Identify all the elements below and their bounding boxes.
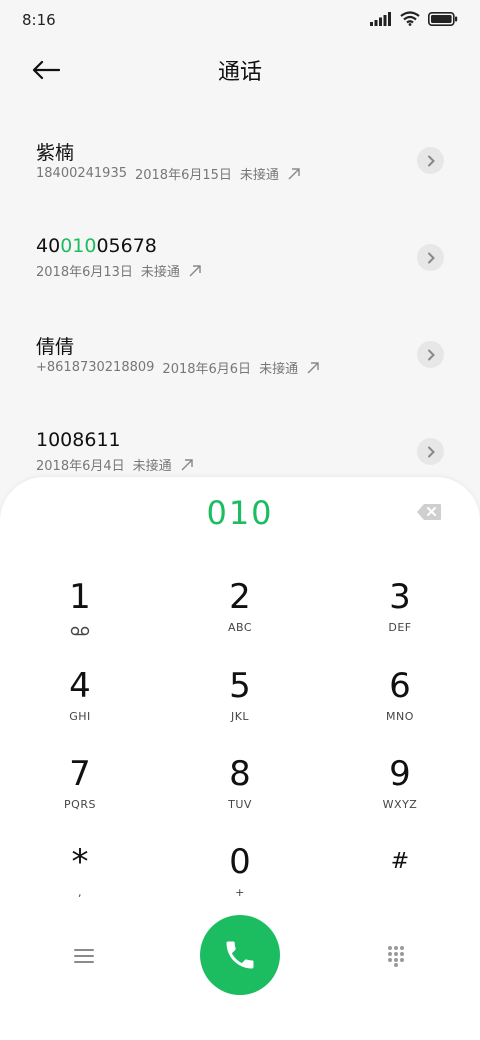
call-log-name: 1008611 bbox=[36, 429, 121, 451]
call-log-status: 未接通 bbox=[140, 265, 180, 280]
call-log-status: 未接通 bbox=[239, 168, 279, 183]
dialer-actions bbox=[0, 915, 480, 995]
chevron-right-icon bbox=[427, 446, 435, 457]
call-log-item[interactable]: 4001005678 2018年6月13日 未接通 bbox=[0, 211, 480, 308]
key-2[interactable]: 2 ABC bbox=[180, 575, 300, 655]
call-log-detail: 2018年6月13日 未接通 bbox=[36, 261, 202, 280]
signal-icon bbox=[370, 11, 391, 26]
call-log-date: 2018年6月6日 bbox=[162, 362, 252, 377]
menu-icon bbox=[74, 949, 94, 963]
voicemail-icon bbox=[70, 626, 90, 636]
dialpad-sheet: 010 1 2 ABC 3 DEF 4 GHI 5 JKL 6 MNO 7 PQ… bbox=[0, 477, 480, 1040]
call-log-name: 4001005678 bbox=[36, 235, 157, 257]
status-icons bbox=[370, 11, 458, 26]
backspace-icon bbox=[417, 504, 441, 520]
key-0[interactable]: 0 + bbox=[180, 840, 300, 920]
dial-input[interactable]: 010 bbox=[0, 494, 480, 532]
key-7[interactable]: 7 PQRS bbox=[20, 752, 140, 832]
call-log-detail: 18400241935 2018年6月15日 未接通 bbox=[36, 164, 301, 183]
call-log-date: 2018年6月13日 bbox=[36, 265, 133, 280]
contact-info-button[interactable] bbox=[417, 341, 444, 368]
call-log-detail: +8618730218809 2018年6月6日 未接通 bbox=[36, 358, 320, 377]
key-3[interactable]: 3 DEF bbox=[340, 575, 460, 655]
phone-icon bbox=[226, 941, 254, 969]
backspace-button[interactable] bbox=[416, 503, 442, 523]
call-log-item[interactable]: 紫楠 18400241935 2018年6月15日 未接通 bbox=[0, 114, 480, 211]
call-log-date: 2018年6月4日 bbox=[36, 459, 125, 474]
key-4[interactable]: 4 GHI bbox=[20, 664, 140, 744]
contact-info-button[interactable] bbox=[417, 438, 444, 465]
chevron-right-icon bbox=[427, 349, 435, 360]
chevron-right-icon bbox=[427, 252, 435, 263]
key-5[interactable]: 5 JKL bbox=[180, 664, 300, 744]
outgoing-arrow-icon bbox=[181, 458, 193, 470]
key-1[interactable]: 1 bbox=[20, 575, 140, 655]
call-log-number: 18400241935 bbox=[36, 166, 127, 181]
key-8[interactable]: 8 TUV bbox=[180, 752, 300, 832]
key-hash[interactable]: # bbox=[340, 840, 460, 920]
call-log-status: 未接通 bbox=[132, 459, 172, 474]
keypad-grid-icon bbox=[388, 946, 404, 967]
contact-info-button[interactable] bbox=[417, 147, 444, 174]
key-9[interactable]: 9 WXYZ bbox=[340, 752, 460, 832]
call-log-list: 紫楠 18400241935 2018年6月15日 未接通 4001005678… bbox=[0, 114, 480, 502]
call-log-detail: 2018年6月4日 未接通 bbox=[36, 455, 194, 474]
status-bar: 8:16 bbox=[0, 0, 480, 40]
keypad-toggle-button[interactable] bbox=[378, 941, 414, 971]
outgoing-arrow-icon bbox=[288, 167, 300, 179]
wifi-icon bbox=[400, 11, 420, 26]
page-title: 通话 bbox=[217, 60, 262, 85]
call-log-date: 2018年6月15日 bbox=[134, 168, 232, 183]
chevron-right-icon bbox=[427, 155, 435, 166]
key-star[interactable]: * , bbox=[20, 840, 140, 920]
call-log-number: +8618730218809 bbox=[36, 360, 155, 375]
call-log-item[interactable]: 倩倩 +8618730218809 2018年6月6日 未接通 bbox=[0, 308, 480, 405]
status-time: 8:16 bbox=[22, 11, 56, 29]
call-log-status: 未接通 bbox=[259, 362, 299, 377]
app-header: 通话 bbox=[0, 40, 480, 100]
outgoing-arrow-icon bbox=[307, 361, 319, 373]
call-log-name: 倩倩 bbox=[36, 336, 75, 358]
menu-button[interactable] bbox=[66, 941, 102, 971]
call-button[interactable] bbox=[200, 915, 280, 995]
outgoing-arrow-icon bbox=[189, 264, 201, 276]
key-6[interactable]: 6 MNO bbox=[340, 664, 460, 744]
contact-info-button[interactable] bbox=[417, 244, 444, 271]
call-log-name: 紫楠 bbox=[36, 142, 75, 164]
battery-icon bbox=[428, 11, 458, 26]
